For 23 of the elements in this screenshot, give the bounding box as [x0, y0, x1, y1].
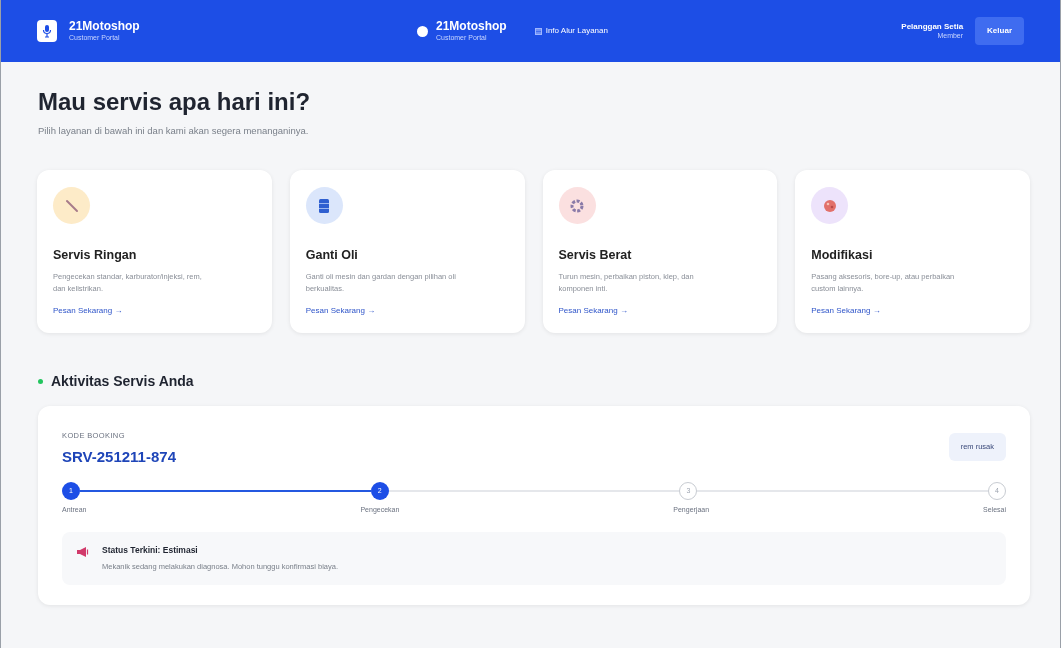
service-title: Ganti Oli	[305, 247, 359, 265]
order-link[interactable]: Pesan Sekarang →	[558, 305, 762, 317]
service-title: Servis Ringan	[53, 247, 138, 265]
list-icon	[534, 27, 542, 35]
service-title: Modifikasi	[811, 247, 874, 265]
brand-name: 21Motoshop	[69, 19, 140, 35]
user-name: Pelanggan Setia	[901, 21, 964, 32]
brand-name: 21Motoshop	[436, 19, 507, 35]
section-heading: Aktivitas Servis Anda	[51, 372, 194, 392]
service-title: Servis Berat	[558, 247, 633, 265]
booking-code: SRV-251211-874	[62, 446, 176, 467]
megaphone-icon	[76, 546, 90, 557]
page-title: Mau servis apa hari ini?	[38, 87, 312, 117]
order-link[interactable]: Pesan Sekarang →	[811, 305, 1014, 317]
oil-barrel-icon	[318, 197, 331, 214]
gear-icon	[569, 197, 585, 214]
info-link[interactable]: Info Alur Layanan	[534, 25, 608, 37]
order-link[interactable]: Pesan Sekarang →	[53, 305, 256, 317]
logout-button[interactable]: Keluar	[975, 17, 1024, 45]
microphone-logo-icon	[37, 20, 57, 42]
page-subtitle: Pilih layanan di bawah ini dan kami akan segera menanganinya.	[38, 124, 310, 138]
status-title: Status Terkini: Estimasi	[102, 543, 199, 557]
order-link[interactable]: Pesan Sekarang →	[305, 305, 509, 317]
